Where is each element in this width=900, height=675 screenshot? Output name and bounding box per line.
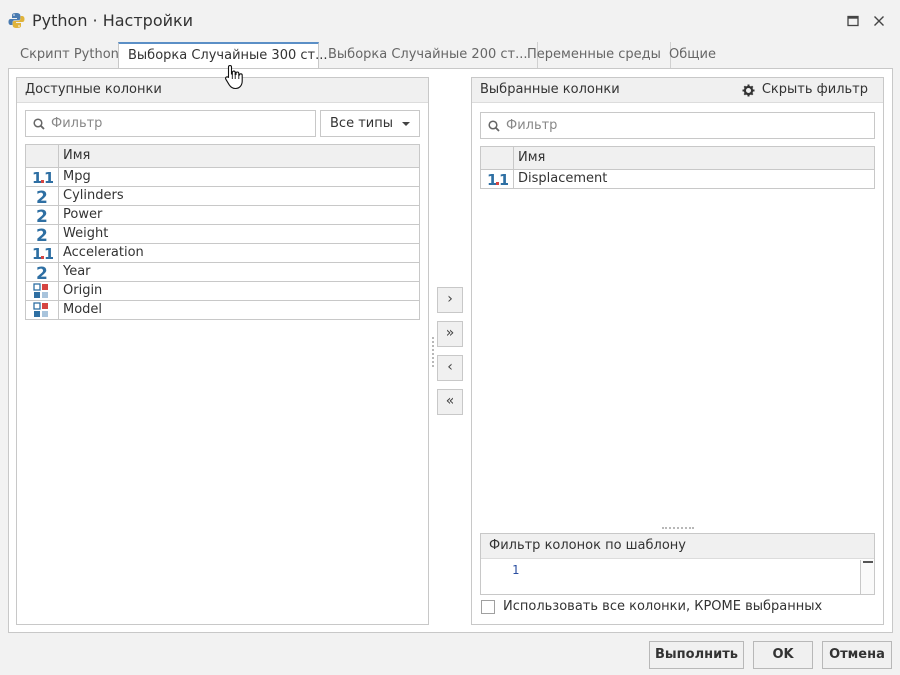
table-row[interactable]: 2 Weight: [26, 225, 419, 244]
type-filter-select[interactable]: Все типы: [320, 110, 420, 137]
column-name: Model: [63, 302, 103, 317]
python-logo-icon: [8, 13, 25, 28]
svg-text:1: 1: [44, 169, 53, 185]
available-columns-table: Имя 11 Mpg 2 Cylinders 2 Power 2 Weight …: [25, 144, 420, 320]
selected-filter-placeholder: Фильтр: [506, 118, 558, 133]
tab-sample-300[interactable]: Выборка Случайные 300 ст...: [118, 42, 328, 69]
hide-filter-button[interactable]: Скрыть фильтр: [742, 82, 868, 97]
svg-text:2: 2: [36, 226, 48, 242]
svg-text:1: 1: [32, 169, 42, 185]
vertical-splitter[interactable]: [432, 337, 434, 367]
scrollbar-thumb[interactable]: [863, 561, 873, 563]
table-header: Имя: [481, 147, 874, 170]
selected-columns-title: Выбранные колонки: [480, 82, 620, 97]
available-columns-panel: Доступные колонки Фильтр Все типы Имя 11…: [16, 77, 429, 625]
hide-filter-label: Скрыть фильтр: [761, 82, 868, 97]
decimal-type-icon: 11: [32, 245, 53, 261]
maximize-icon[interactable]: [845, 13, 861, 29]
decimal-type-icon: 11: [487, 171, 508, 187]
add-selected-button[interactable]: ›: [437, 287, 463, 313]
table-row[interactable]: Origin: [26, 282, 419, 301]
exclude-selected-label[interactable]: Использовать все колонки, КРОМЕ выбранны…: [503, 599, 822, 614]
gear-icon: [742, 84, 755, 97]
tab-bar: Скрипт Python Выборка Случайные 300 ст..…: [8, 42, 893, 69]
selected-columns-panel: Выбранные колонки Скрыть фильтр Фильтр И…: [471, 77, 884, 625]
window-title: Python · Настройки: [32, 11, 194, 30]
pattern-filter-title: Фильтр колонок по шаблону: [481, 534, 874, 559]
column-name: Origin: [63, 283, 103, 298]
add-all-button[interactable]: »: [437, 321, 463, 347]
integer-type-icon: 2: [36, 188, 48, 204]
title-bar: Python · Настройки: [0, 0, 900, 42]
table-row[interactable]: 2 Year: [26, 263, 419, 282]
column-name: Mpg: [63, 169, 91, 184]
table-row[interactable]: 2 Power: [26, 206, 419, 225]
tab-python-script[interactable]: Скрипт Python: [11, 42, 129, 68]
run-button[interactable]: Выполнить: [649, 641, 744, 669]
nominal-type-icon: [33, 302, 48, 317]
table-row[interactable]: 11 Acceleration: [26, 244, 419, 263]
ok-button[interactable]: OK: [753, 641, 813, 669]
pattern-filter-box: Фильтр колонок по шаблону 1: [480, 533, 875, 595]
tab-env-vars[interactable]: Переменные среды: [518, 42, 671, 68]
svg-text:2: 2: [36, 264, 48, 280]
column-name: Acceleration: [63, 245, 144, 260]
selected-columns-header: Выбранные колонки Скрыть фильтр: [472, 78, 883, 103]
exclude-selected-checkbox[interactable]: [481, 600, 495, 614]
tab-general[interactable]: Общие: [660, 42, 725, 68]
decimal-type-icon: 11: [32, 169, 53, 185]
svg-text:2: 2: [36, 207, 48, 223]
integer-type-icon: 2: [36, 207, 48, 223]
integer-type-icon: 2: [36, 264, 48, 280]
svg-text:1: 1: [487, 171, 497, 187]
column-name: Weight: [63, 226, 109, 241]
svg-text:2: 2: [36, 188, 48, 204]
available-filter-placeholder: Фильтр: [51, 116, 103, 131]
selected-filter-input[interactable]: Фильтр: [480, 112, 875, 139]
chevron-down-icon: [402, 122, 410, 126]
name-column-header: Имя: [63, 148, 91, 163]
type-filter-value: Все типы: [330, 116, 393, 131]
search-icon: [488, 120, 500, 132]
close-icon[interactable]: [871, 13, 887, 29]
svg-text:1: 1: [44, 245, 53, 261]
available-columns-title: Доступные колонки: [17, 78, 428, 103]
column-name: Year: [63, 264, 91, 279]
type-column-header: [26, 145, 59, 167]
nominal-type-icon: [33, 283, 48, 298]
name-column-header: Имя: [518, 150, 546, 165]
horizontal-splitter[interactable]: [662, 527, 694, 529]
table-row[interactable]: 11 Mpg: [26, 168, 419, 187]
table-header: Имя: [26, 145, 419, 168]
column-name: Displacement: [518, 171, 608, 186]
remove-selected-button[interactable]: ‹: [437, 355, 463, 381]
hand-cursor-icon: [225, 64, 243, 90]
search-icon: [33, 118, 45, 130]
tab-sample-200[interactable]: Выборка Случайные 200 ст...: [319, 42, 538, 68]
pattern-editor-scrollbar[interactable]: [860, 560, 874, 594]
available-filter-input[interactable]: Фильтр: [25, 110, 316, 137]
integer-type-icon: 2: [36, 226, 48, 242]
table-row[interactable]: Model: [26, 301, 419, 320]
type-column-header: [481, 147, 514, 169]
cancel-button[interactable]: Отмена: [822, 641, 892, 669]
svg-text:1: 1: [499, 171, 508, 187]
column-name: Power: [63, 207, 103, 222]
column-name: Cylinders: [63, 188, 124, 203]
svg-text:1: 1: [32, 245, 42, 261]
table-row[interactable]: 11 Displacement: [481, 170, 874, 189]
pattern-line-number: 1: [512, 563, 520, 577]
selected-columns-table: Имя 11 Displacement: [480, 146, 875, 189]
table-row[interactable]: 2 Cylinders: [26, 187, 419, 206]
remove-all-button[interactable]: «: [437, 389, 463, 415]
